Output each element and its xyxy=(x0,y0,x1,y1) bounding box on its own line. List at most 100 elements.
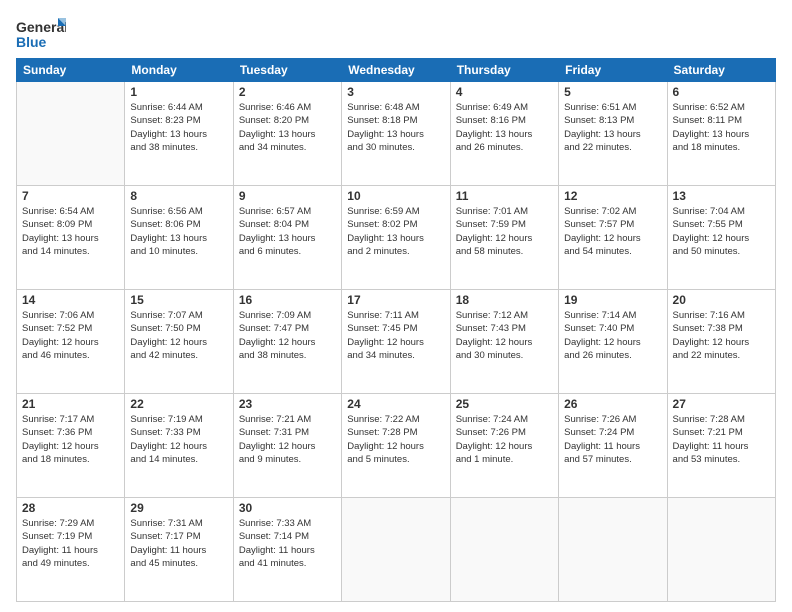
day-number: 26 xyxy=(564,397,661,411)
calendar-cell: 19Sunrise: 7:14 AM Sunset: 7:40 PM Dayli… xyxy=(559,290,667,394)
calendar-cell xyxy=(17,82,125,186)
day-info: Sunrise: 6:59 AM Sunset: 8:02 PM Dayligh… xyxy=(347,205,444,258)
calendar-week-row: 28 Sunrise: 7:29 AM Sunset: 7:19 PM Dayli… xyxy=(17,498,776,602)
calendar-cell: 8 Sunrise: 6:56 AM Sunset: 8:06 PM Daylig… xyxy=(125,186,233,290)
day-info: Sunrise: 6:48 AM Sunset: 8:18 PM Dayligh… xyxy=(347,101,444,154)
day-info: Sunrise: 6:49 AM Sunset: 8:16 PM Dayligh… xyxy=(456,101,553,154)
day-info: Sunrise: 6:52 AM Sunset: 8:11 PM Dayligh… xyxy=(673,101,770,154)
day-info: Sunrise: 7:28 AM Sunset: 7:21 PM Dayligh… xyxy=(673,413,770,466)
calendar-cell xyxy=(667,498,775,602)
day-info: Sunrise: 7:06 AM Sunset: 7:52 PM Dayligh… xyxy=(22,309,119,362)
day-number: 5 xyxy=(564,85,661,99)
day-info: Sunrise: 7:02 AM Sunset: 7:57 PM Dayligh… xyxy=(564,205,661,258)
calendar-cell: 23 Sunrise: 7:21 AM Sunset: 7:31 PM Dayli… xyxy=(233,394,341,498)
calendar-cell: 27Sunrise: 7:28 AM Sunset: 7:21 PM Dayli… xyxy=(667,394,775,498)
weekday-header-sunday: Sunday xyxy=(17,59,125,82)
calendar-cell xyxy=(342,498,450,602)
day-number: 16 xyxy=(239,293,336,307)
calendar-cell: 28 Sunrise: 7:29 AM Sunset: 7:19 PM Dayli… xyxy=(17,498,125,602)
day-info: Sunrise: 7:12 AM Sunset: 7:43 PM Dayligh… xyxy=(456,309,553,362)
day-number: 17 xyxy=(347,293,444,307)
day-info: Sunrise: 7:24 AM Sunset: 7:26 PM Dayligh… xyxy=(456,413,553,466)
day-number: 28 xyxy=(22,501,119,515)
day-info: Sunrise: 7:22 AM Sunset: 7:28 PM Dayligh… xyxy=(347,413,444,466)
day-number: 13 xyxy=(673,189,770,203)
weekday-header-wednesday: Wednesday xyxy=(342,59,450,82)
calendar-cell: 3 Sunrise: 6:48 AM Sunset: 8:18 PM Daylig… xyxy=(342,82,450,186)
calendar-cell: 10 Sunrise: 6:59 AM Sunset: 8:02 PM Dayli… xyxy=(342,186,450,290)
day-info: Sunrise: 7:04 AM Sunset: 7:55 PM Dayligh… xyxy=(673,205,770,258)
day-info: Sunrise: 6:51 AM Sunset: 8:13 PM Dayligh… xyxy=(564,101,661,154)
day-info: Sunrise: 7:26 AM Sunset: 7:24 PM Dayligh… xyxy=(564,413,661,466)
calendar-week-row: 1Sunrise: 6:44 AM Sunset: 8:23 PM Daylig… xyxy=(17,82,776,186)
day-number: 29 xyxy=(130,501,227,515)
calendar-cell: 25 Sunrise: 7:24 AM Sunset: 7:26 PM Dayli… xyxy=(450,394,558,498)
day-number: 9 xyxy=(239,189,336,203)
svg-text:Blue: Blue xyxy=(16,34,47,50)
day-info: Sunrise: 6:56 AM Sunset: 8:06 PM Dayligh… xyxy=(130,205,227,258)
day-info: Sunrise: 7:17 AM Sunset: 7:36 PM Dayligh… xyxy=(22,413,119,466)
day-number: 4 xyxy=(456,85,553,99)
day-info: Sunrise: 7:33 AM Sunset: 7:14 PM Dayligh… xyxy=(239,517,336,570)
day-number: 23 xyxy=(239,397,336,411)
day-number: 12 xyxy=(564,189,661,203)
calendar-cell: 21 Sunrise: 7:17 AM Sunset: 7:36 PM Dayli… xyxy=(17,394,125,498)
calendar-cell: 29 Sunrise: 7:31 AM Sunset: 7:17 PM Dayli… xyxy=(125,498,233,602)
calendar-cell: 20 Sunrise: 7:16 AM Sunset: 7:38 PM Dayli… xyxy=(667,290,775,394)
day-number: 25 xyxy=(456,397,553,411)
day-number: 18 xyxy=(456,293,553,307)
day-info: Sunrise: 7:19 AM Sunset: 7:33 PM Dayligh… xyxy=(130,413,227,466)
calendar-cell: 7Sunrise: 6:54 AM Sunset: 8:09 PM Daylig… xyxy=(17,186,125,290)
calendar-cell xyxy=(450,498,558,602)
day-number: 30 xyxy=(239,501,336,515)
calendar-cell: 6 Sunrise: 6:52 AM Sunset: 8:11 PM Daylig… xyxy=(667,82,775,186)
calendar-cell: 11 Sunrise: 7:01 AM Sunset: 7:59 PM Dayli… xyxy=(450,186,558,290)
calendar-cell: 17 Sunrise: 7:11 AM Sunset: 7:45 PM Dayli… xyxy=(342,290,450,394)
calendar-cell: 14 Sunrise: 7:06 AM Sunset: 7:52 PM Dayli… xyxy=(17,290,125,394)
day-number: 15 xyxy=(130,293,227,307)
day-number: 8 xyxy=(130,189,227,203)
day-info: Sunrise: 6:46 AM Sunset: 8:20 PM Dayligh… xyxy=(239,101,336,154)
day-info: Sunrise: 7:16 AM Sunset: 7:38 PM Dayligh… xyxy=(673,309,770,362)
calendar-cell: 5 Sunrise: 6:51 AM Sunset: 8:13 PM Daylig… xyxy=(559,82,667,186)
day-info: Sunrise: 7:01 AM Sunset: 7:59 PM Dayligh… xyxy=(456,205,553,258)
day-info: Sunrise: 7:11 AM Sunset: 7:45 PM Dayligh… xyxy=(347,309,444,362)
calendar-cell: 12 Sunrise: 7:02 AM Sunset: 7:57 PM Dayli… xyxy=(559,186,667,290)
calendar-cell: 13 Sunrise: 7:04 AM Sunset: 7:55 PM Dayli… xyxy=(667,186,775,290)
day-number: 11 xyxy=(456,189,553,203)
day-number: 20 xyxy=(673,293,770,307)
day-info: Sunrise: 7:21 AM Sunset: 7:31 PM Dayligh… xyxy=(239,413,336,466)
day-number: 24 xyxy=(347,397,444,411)
day-number: 3 xyxy=(347,85,444,99)
calendar-cell: 1Sunrise: 6:44 AM Sunset: 8:23 PM Daylig… xyxy=(125,82,233,186)
day-number: 21 xyxy=(22,397,119,411)
calendar-cell: 30 Sunrise: 7:33 AM Sunset: 7:14 PM Dayli… xyxy=(233,498,341,602)
day-info: Sunrise: 7:29 AM Sunset: 7:19 PM Dayligh… xyxy=(22,517,119,570)
calendar-cell: 24 Sunrise: 7:22 AM Sunset: 7:28 PM Dayli… xyxy=(342,394,450,498)
calendar-cell: 26 Sunrise: 7:26 AM Sunset: 7:24 PM Dayli… xyxy=(559,394,667,498)
calendar-cell: 9 Sunrise: 6:57 AM Sunset: 8:04 PM Daylig… xyxy=(233,186,341,290)
day-number: 14 xyxy=(22,293,119,307)
calendar-cell: 22Sunrise: 7:19 AM Sunset: 7:33 PM Dayli… xyxy=(125,394,233,498)
calendar-cell: 4 Sunrise: 6:49 AM Sunset: 8:16 PM Daylig… xyxy=(450,82,558,186)
weekday-header-friday: Friday xyxy=(559,59,667,82)
calendar-cell: 15Sunrise: 7:07 AM Sunset: 7:50 PM Dayli… xyxy=(125,290,233,394)
day-number: 7 xyxy=(22,189,119,203)
day-info: Sunrise: 7:31 AM Sunset: 7:17 PM Dayligh… xyxy=(130,517,227,570)
weekday-header-monday: Monday xyxy=(125,59,233,82)
weekday-header-row: SundayMondayTuesdayWednesdayThursdayFrid… xyxy=(17,59,776,82)
calendar-cell: 16 Sunrise: 7:09 AM Sunset: 7:47 PM Dayli… xyxy=(233,290,341,394)
header: General Blue xyxy=(16,12,776,52)
calendar-week-row: 7Sunrise: 6:54 AM Sunset: 8:09 PM Daylig… xyxy=(17,186,776,290)
calendar-cell: 2Sunrise: 6:46 AM Sunset: 8:20 PM Daylig… xyxy=(233,82,341,186)
calendar-week-row: 14 Sunrise: 7:06 AM Sunset: 7:52 PM Dayli… xyxy=(17,290,776,394)
calendar-cell: 18 Sunrise: 7:12 AM Sunset: 7:43 PM Dayli… xyxy=(450,290,558,394)
day-info: Sunrise: 7:09 AM Sunset: 7:47 PM Dayligh… xyxy=(239,309,336,362)
day-info: Sunrise: 6:57 AM Sunset: 8:04 PM Dayligh… xyxy=(239,205,336,258)
calendar-cell xyxy=(559,498,667,602)
logo-svg: General Blue xyxy=(16,16,66,52)
day-number: 10 xyxy=(347,189,444,203)
weekday-header-thursday: Thursday xyxy=(450,59,558,82)
day-number: 6 xyxy=(673,85,770,99)
calendar-week-row: 21 Sunrise: 7:17 AM Sunset: 7:36 PM Dayli… xyxy=(17,394,776,498)
